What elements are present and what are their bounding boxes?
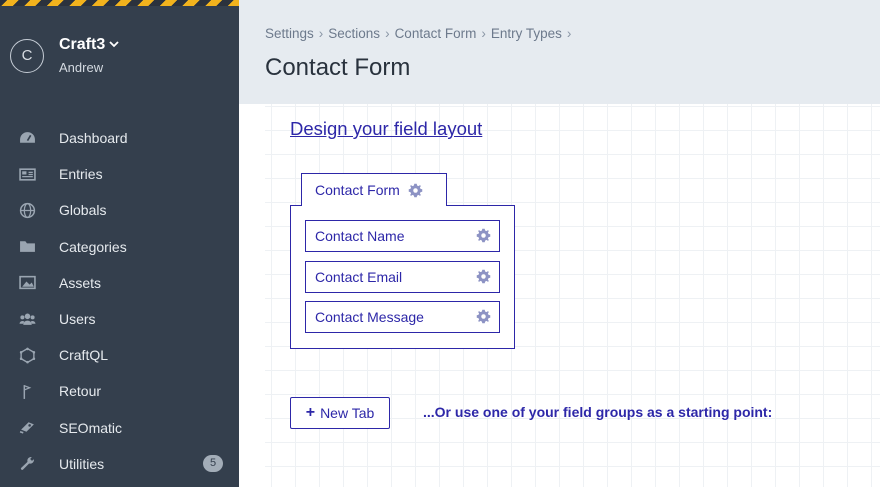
new-tab-button[interactable]: + New Tab [290, 397, 390, 429]
utilities-badge: 5 [203, 454, 223, 472]
page-header: Settings › Sections › Contact Form › Ent… [239, 0, 880, 104]
breadcrumb: Settings › Sections › Contact Form › Ent… [265, 26, 576, 41]
layout-tab-label: Contact Form [315, 182, 400, 198]
sidebar-item-label: Dashboard [59, 130, 128, 147]
gear-icon[interactable] [476, 269, 491, 284]
site-name-label: Craft3 [59, 36, 106, 53]
sidebar-item-label: Categories [59, 238, 127, 255]
newspaper-icon [18, 165, 36, 183]
sidebar-item-label: Retour [59, 383, 102, 400]
sidebar: C Craft3 Andrew Dashboard Entries Global… [0, 0, 239, 487]
sidebar-nav: Dashboard Entries Globals Categories Ass… [0, 120, 239, 482]
sidebar-item-entries[interactable]: Entries [0, 156, 239, 192]
field-contact-message[interactable]: Contact Message [305, 301, 500, 333]
globe-icon [18, 201, 36, 219]
gear-icon[interactable] [476, 228, 491, 243]
image-icon [18, 274, 36, 292]
breadcrumb-contact-form[interactable]: Contact Form [395, 26, 477, 41]
breadcrumb-entry-types[interactable]: Entry Types [491, 26, 562, 41]
sidebar-item-globals[interactable]: Globals [0, 192, 239, 228]
field-label: Contact Name [315, 228, 405, 244]
breadcrumb-separator: › [481, 26, 486, 41]
field-groups-hint: ...Or use one of your field groups as a … [423, 404, 773, 420]
flag-icon [18, 382, 36, 400]
page-title: Contact Form [265, 54, 411, 81]
breadcrumb-separator: › [566, 26, 572, 41]
gauge-icon [18, 129, 36, 147]
sidebar-item-label: Utilities [59, 455, 105, 472]
seomatic-icon [18, 419, 36, 437]
dev-mode-stripe [0, 0, 239, 6]
breadcrumb-separator: › [318, 26, 324, 41]
users-icon [18, 310, 36, 328]
wrench-icon [18, 455, 36, 473]
breadcrumb-settings[interactable]: Settings [265, 26, 314, 41]
site-name[interactable]: Craft3 [59, 36, 119, 54]
gear-icon[interactable] [476, 309, 491, 324]
sidebar-item-label: SEOmatic [59, 419, 123, 436]
sidebar-item-retour[interactable]: Retour [0, 373, 239, 409]
layout-tab[interactable]: Contact Form [301, 173, 447, 206]
folder-icon [18, 238, 36, 256]
sidebar-item-label: Users [59, 311, 96, 328]
sidebar-item-categories[interactable]: Categories [0, 229, 239, 265]
field-contact-email[interactable]: Contact Email [305, 261, 500, 293]
site-logo: C [10, 38, 44, 73]
sidebar-item-label: Entries [59, 166, 103, 183]
sidebar-item-dashboard[interactable]: Dashboard [0, 120, 239, 156]
breadcrumb-sections[interactable]: Sections [328, 26, 380, 41]
sidebar-item-label: CraftQL [59, 347, 109, 364]
sidebar-item-craftql[interactable]: CraftQL [0, 337, 239, 373]
gear-icon[interactable] [408, 183, 423, 198]
chevron-down-icon [109, 39, 119, 51]
sidebar-item-utilities[interactable]: Utilities 5 [0, 446, 239, 482]
plus-icon: + [305, 404, 316, 421]
craftql-icon [18, 346, 36, 364]
field-contact-name[interactable]: Contact Name [305, 220, 500, 252]
sidebar-item-users[interactable]: Users [0, 301, 239, 337]
design-field-layout-heading[interactable]: Design your field layout [290, 118, 482, 140]
breadcrumb-separator: › [385, 26, 390, 41]
field-label: Contact Message [315, 309, 424, 325]
new-tab-label: New Tab [320, 405, 375, 421]
sidebar-item-assets[interactable]: Assets [0, 265, 239, 301]
sidebar-item-label: Assets [59, 274, 102, 291]
field-label: Contact Email [315, 269, 403, 285]
sidebar-item-seomatic[interactable]: SEOmatic [0, 410, 239, 446]
sidebar-item-label: Globals [59, 202, 107, 219]
user-name: Andrew [59, 60, 104, 75]
site-switcher[interactable]: C Craft3 Andrew [10, 36, 119, 75]
